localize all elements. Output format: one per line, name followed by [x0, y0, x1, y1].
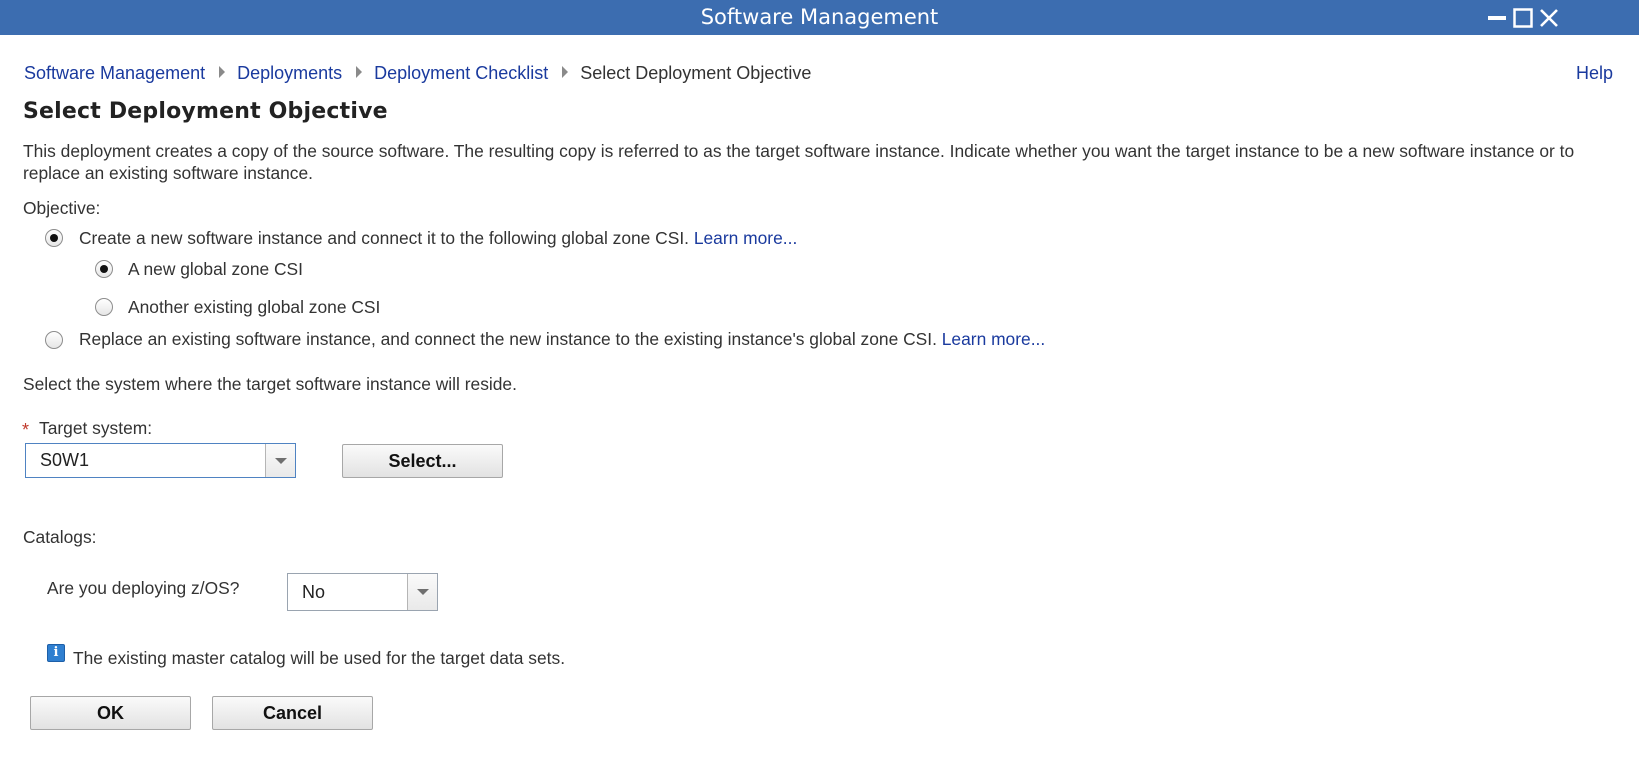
catalogs-label: Catalogs: [23, 527, 97, 547]
learn-more-replace-link[interactable]: Learn more... [942, 329, 1045, 349]
breadcrumb-separator-icon [356, 66, 363, 79]
zos-dropdown-arrow-icon[interactable] [407, 574, 437, 610]
breadcrumb-separator-icon [219, 66, 226, 79]
info-icon: i [47, 644, 65, 662]
breadcrumb-deployment-checklist[interactable]: Deployment Checklist [374, 63, 548, 83]
breadcrumb-deployments[interactable]: Deployments [237, 63, 342, 83]
window-title: Software Management [700, 5, 939, 29]
breadcrumb-software-management[interactable]: Software Management [24, 63, 205, 83]
zos-dropdown[interactable]: No [287, 573, 438, 611]
info-message: The existing master catalog will be used… [73, 648, 566, 668]
page-title: Select Deployment Objective [23, 99, 388, 124]
radio-create-new-instance[interactable] [45, 229, 63, 247]
objective-label: Objective: [23, 198, 101, 218]
close-icon[interactable] [1538, 7, 1560, 29]
zos-question-label: Are you deploying z/OS? [47, 578, 240, 598]
breadcrumb-current: Select Deployment Objective [580, 63, 812, 83]
maximize-icon[interactable] [1512, 7, 1534, 29]
breadcrumb-separator-icon [562, 66, 569, 79]
required-marker: * [22, 420, 30, 440]
minimize-icon[interactable] [1486, 7, 1508, 29]
create-new-instance-option: Create a new software instance and conne… [79, 227, 797, 249]
breadcrumb: Software Management Deployments Deployment… [24, 61, 811, 85]
target-system-dropdown-arrow-icon[interactable] [265, 444, 295, 477]
radio-replace-instance[interactable] [45, 331, 63, 349]
page-description: This deployment creates a copy of the so… [23, 141, 1575, 183]
target-system-value[interactable]: S0W1 [40, 444, 89, 477]
replace-instance-option: Replace an existing software instance, a… [79, 328, 1045, 350]
new-global-zone-csi-label: A new global zone CSI [128, 259, 303, 279]
target-system-label: Target system: [39, 418, 153, 438]
learn-more-create-link[interactable]: Learn more... [694, 228, 797, 248]
system-prompt-text: Select the system where the target softw… [23, 374, 517, 394]
ok-button[interactable]: OK [30, 696, 191, 730]
radio-existing-global-zone-csi[interactable] [95, 298, 113, 316]
replace-instance-label: Replace an existing software instance, a… [79, 329, 937, 349]
help-link[interactable]: Help [1576, 61, 1613, 85]
create-new-instance-label: Create a new software instance and conne… [79, 228, 689, 248]
radio-new-global-zone-csi[interactable] [95, 260, 113, 278]
target-system-combobox[interactable]: S0W1 [25, 443, 296, 478]
cancel-button[interactable]: Cancel [212, 696, 373, 730]
title-bar: Software Management [0, 0, 1639, 35]
select-system-button[interactable]: Select... [342, 444, 503, 478]
existing-global-zone-csi-label: Another existing global zone CSI [128, 297, 381, 317]
zos-dropdown-value[interactable]: No [302, 574, 325, 610]
